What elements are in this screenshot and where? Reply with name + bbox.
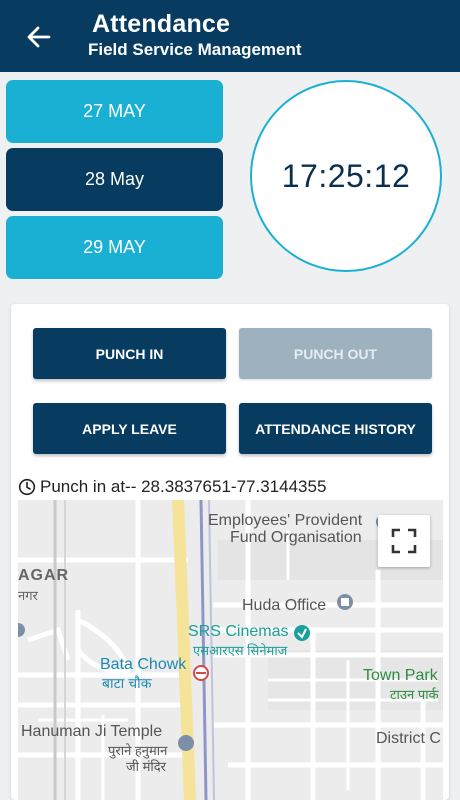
fullscreen-icon	[391, 528, 417, 554]
clock-icon	[18, 478, 36, 496]
page-subtitle: Field Service Management	[88, 40, 302, 59]
map-label-town-park-hindi: टाउन पार्क	[390, 687, 439, 702]
punch-status: Punch in at-- 28.3837651-77.3144355	[18, 477, 326, 497]
map-label-srs-hindi: एसआरएस सिनेमाज	[193, 643, 288, 658]
map-label-bata-chowk: Bata Chowk	[100, 656, 187, 673]
punch-out-button[interactable]: PUNCH OUT	[239, 328, 432, 379]
date-button-28-may-selected[interactable]: 28 May	[6, 148, 223, 211]
map-label-hanuman-hindi-2: जी मंदिर	[126, 759, 166, 774]
back-arrow-icon[interactable]	[24, 22, 54, 52]
attendance-history-button[interactable]: ATTENDANCE HISTORY	[239, 403, 432, 454]
map-label-hanuman-temple: Hanuman Ji Temple	[21, 723, 163, 740]
date-button-29-may[interactable]: 29 MAY	[6, 216, 223, 279]
apply-leave-button[interactable]: APPLY LEAVE	[33, 403, 226, 454]
app-bar: Attendance Field Service Management	[0, 0, 460, 72]
map-label-nagar-hindi: नगर	[18, 588, 38, 603]
punch-in-button[interactable]: PUNCH IN	[33, 328, 226, 379]
clock-time: 17:25:12	[281, 157, 411, 194]
map-label-epfo: Employees' Provident	[208, 512, 363, 529]
punch-status-text: Punch in at-- 28.3837651-77.3144355	[40, 477, 327, 496]
map-label-epfo-2: Fund Organisation	[230, 529, 362, 546]
map-label-district: District C	[376, 730, 441, 747]
map-label-nagar: AGAR	[18, 567, 70, 584]
map-label-huda-office: Huda Office	[242, 597, 327, 614]
map-label-bata-hindi: बाटा चौक	[102, 675, 152, 691]
page-title: Attendance	[92, 10, 231, 38]
fullscreen-button[interactable]	[378, 515, 430, 567]
map-label-srs-cinemas: SRS Cinemas	[188, 623, 289, 640]
map-label-town-park: Town Park	[363, 667, 438, 684]
date-button-27-may[interactable]: 27 MAY	[6, 80, 223, 143]
clock-display: 17:25:12	[250, 80, 442, 272]
